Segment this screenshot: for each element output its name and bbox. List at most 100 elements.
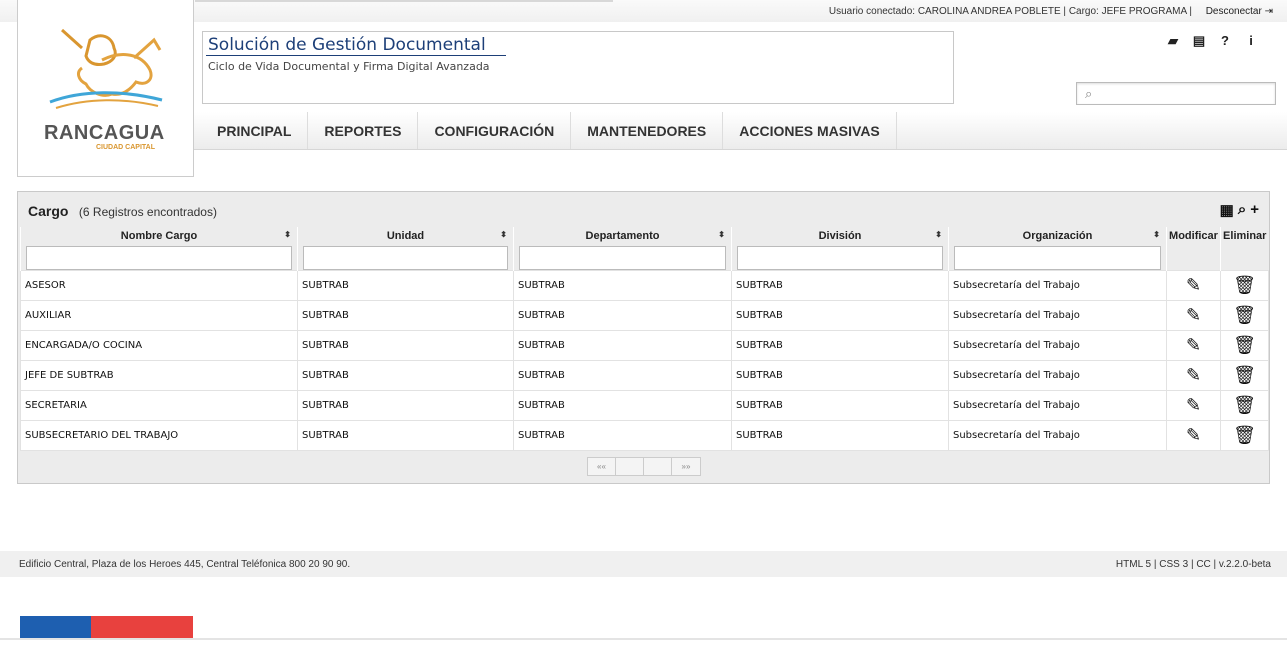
sort-icon[interactable]: ⬍ (284, 230, 291, 239)
cell-unidad: SUBTRAB (297, 420, 514, 451)
horseman-emblem-icon (49, 28, 163, 109)
trash-icon[interactable]: 🗑 (1220, 330, 1269, 361)
column-label: Departamento (585, 230, 660, 242)
column-header-organizacion[interactable]: Organización ⬍ (948, 227, 1167, 271)
main-menu: PRINCIPAL REPORTES CONFIGURACIÓN MANTENE… (194, 112, 1287, 150)
cell-departamento: SUBTRAB (513, 390, 732, 421)
cell-unidad: SUBTRAB (297, 330, 514, 361)
bottom-divider (0, 638, 1287, 640)
search-icon[interactable]: ⌕ (1238, 201, 1246, 219)
sort-icon[interactable]: ⬍ (1153, 230, 1160, 239)
last-page-button[interactable]: »» (672, 458, 700, 475)
trash-icon[interactable]: 🗑 (1220, 300, 1269, 331)
add-icon[interactable]: + (1250, 201, 1259, 219)
column-header-departamento[interactable]: Departamento ⬍ (513, 227, 732, 271)
edit-icon[interactable]: ✎ (1166, 390, 1221, 421)
info-icon[interactable]: i (1244, 33, 1258, 49)
sort-icon[interactable]: ⬍ (935, 230, 942, 239)
cell-nombre-cargo: SECRETARIA (20, 390, 298, 421)
edit-icon[interactable]: ✎ (1166, 360, 1221, 391)
edit-icon[interactable]: ✎ (1166, 300, 1221, 331)
top-divider (195, 0, 613, 2)
trash-icon[interactable]: 🗑 (1220, 360, 1269, 391)
cell-unidad: SUBTRAB (297, 360, 514, 391)
table-row[interactable]: AUXILIAR SUBTRAB SUBTRAB SUBTRAB Subsecr… (20, 300, 1269, 331)
prev-page-button[interactable] (616, 458, 644, 475)
table-row[interactable]: ASESOR SUBTRAB SUBTRAB SUBTRAB Subsecret… (20, 270, 1269, 301)
search-box[interactable]: ⌕ (1076, 82, 1276, 105)
filter-unidad[interactable] (303, 246, 508, 270)
column-header-division[interactable]: División ⬍ (731, 227, 949, 271)
user-info: Usuario conectado: CAROLINA ANDREA POBLE… (828, 6, 1192, 17)
book-icon[interactable]: ▰ (1166, 33, 1180, 49)
cell-division: SUBTRAB (731, 300, 949, 331)
trash-icon[interactable]: 🗑 (1220, 420, 1269, 451)
cell-organizacion: Subsecretaría del Trabajo (948, 390, 1167, 421)
cell-division: SUBTRAB (731, 420, 949, 451)
menu-item-acciones-masivas[interactable]: ACCIONES MASIVAS (723, 112, 897, 149)
column-label: División (818, 230, 862, 242)
menu-item-principal[interactable]: PRINCIPAL (194, 112, 309, 149)
cell-organizacion: Subsecretaría del Trabajo (948, 330, 1167, 361)
menu-item-configuracion[interactable]: CONFIGURACIÓN (418, 112, 572, 149)
cell-departamento: SUBTRAB (513, 360, 732, 391)
menu-item-mantenedores[interactable]: MANTENEDORES (571, 112, 724, 149)
column-header-unidad[interactable]: Unidad ⬍ (297, 227, 514, 271)
column-label: Nombre Cargo (120, 230, 198, 242)
filter-division[interactable] (737, 246, 943, 270)
cell-organizacion: Subsecretaría del Trabajo (948, 270, 1167, 301)
sort-icon[interactable]: ⬍ (718, 230, 725, 239)
app-title: Solución de Gestión Documental (208, 35, 486, 55)
columns-grid-icon[interactable]: ▦ (1220, 201, 1234, 219)
filter-organizacion[interactable] (954, 246, 1161, 270)
flag-red (91, 616, 193, 638)
column-header-eliminar: Eliminar (1220, 227, 1269, 271)
first-page-button[interactable]: «« (588, 458, 616, 475)
filter-departamento[interactable] (519, 246, 726, 270)
footer-address: Edificio Central, Plaza de los Heroes 44… (19, 559, 351, 570)
panel-header: Cargo (6 Registros encontrados) (28, 203, 217, 221)
cell-departamento: SUBTRAB (513, 330, 732, 361)
cell-nombre-cargo: JEFE DE SUBTRAB (20, 360, 298, 391)
search-input[interactable] (1103, 85, 1271, 102)
trash-icon[interactable]: 🗑 (1220, 270, 1269, 301)
cargo-panel: Cargo (6 Registros encontrados) ▦ ⌕ + No… (17, 191, 1270, 484)
cell-organizacion: Subsecretaría del Trabajo (948, 360, 1167, 391)
edit-icon[interactable]: ✎ (1166, 270, 1221, 301)
table-row[interactable]: SUBSECRETARIO DEL TRABAJO SUBTRAB SUBTRA… (20, 420, 1269, 451)
column-header-nombre-cargo[interactable]: Nombre Cargo ⬍ (20, 227, 298, 271)
app-subtitle: Ciclo de Vida Documental y Firma Digital… (208, 60, 490, 73)
edit-icon[interactable]: ✎ (1166, 420, 1221, 451)
edit-icon[interactable]: ✎ (1166, 330, 1221, 361)
flag-blue (20, 616, 91, 638)
logout-label[interactable]: Desconectar (1206, 6, 1262, 17)
filter-nombre-cargo[interactable] (26, 246, 292, 270)
news-icon[interactable]: ▤ (1192, 33, 1206, 49)
cell-organizacion: Subsecretaría del Trabajo (948, 300, 1167, 331)
cell-division: SUBTRAB (731, 270, 949, 301)
title-rule (206, 55, 506, 56)
sort-icon[interactable]: ⬍ (500, 230, 507, 239)
trash-icon[interactable]: 🗑 (1220, 390, 1269, 421)
table-row[interactable]: JEFE DE SUBTRAB SUBTRAB SUBTRAB SUBTRAB … (20, 360, 1269, 391)
cell-nombre-cargo: SUBSECRETARIO DEL TRABAJO (20, 420, 298, 451)
logo[interactable]: RANCAGUA CIUDAD CAPITAL (17, 0, 194, 177)
logout-link[interactable]: Desconectar ⇥ (1206, 6, 1273, 17)
cell-unidad: SUBTRAB (297, 270, 514, 301)
cell-departamento: SUBTRAB (513, 420, 732, 451)
help-icon[interactable]: ? (1218, 33, 1232, 49)
cell-departamento: SUBTRAB (513, 300, 732, 331)
search-icon: ⌕ (1085, 86, 1093, 101)
table-row[interactable]: SECRETARIA SUBTRAB SUBTRAB SUBTRAB Subse… (20, 390, 1269, 421)
table-row[interactable]: ENCARGADA/O COCINA SUBTRAB SUBTRAB SUBTR… (20, 330, 1269, 361)
flag-bar (20, 616, 193, 638)
cell-nombre-cargo: AUXILIAR (20, 300, 298, 331)
column-label: Unidad (386, 230, 425, 242)
cell-nombre-cargo: ENCARGADA/O COCINA (20, 330, 298, 361)
panel-tools: ▦ ⌕ + (1220, 201, 1259, 219)
logout-icon[interactable]: ⇥ (1265, 6, 1273, 17)
app-title-box: Solución de Gestión Documental Ciclo de … (202, 31, 954, 104)
menu-item-reportes[interactable]: REPORTES (308, 112, 419, 149)
next-page-button[interactable] (644, 458, 672, 475)
cell-organizacion: Subsecretaría del Trabajo (948, 420, 1167, 451)
